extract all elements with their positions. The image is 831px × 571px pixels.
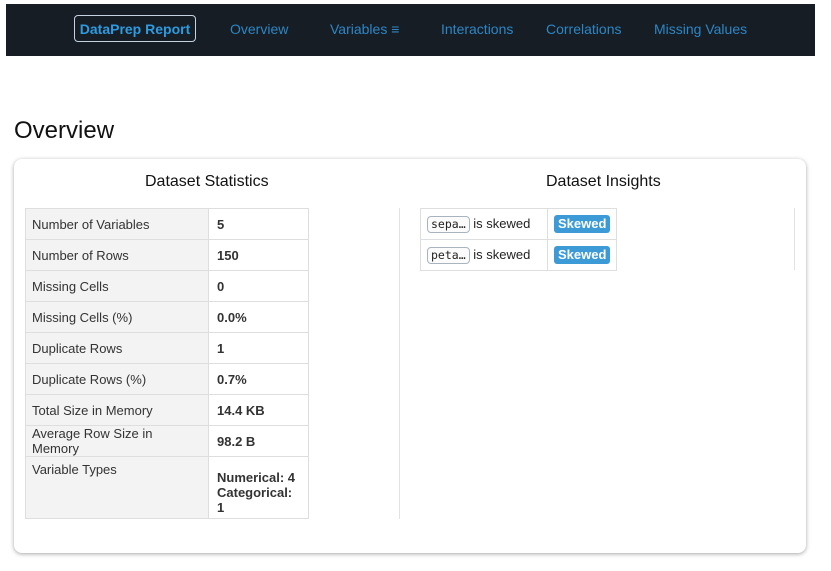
- column-divider: [794, 208, 795, 270]
- stats-row: Missing Cells 0: [25, 270, 309, 302]
- stat-label: Duplicate Rows (%): [25, 363, 209, 395]
- stat-label: Missing Cells (%): [25, 301, 209, 333]
- numerical-count: Numerical: 4: [217, 470, 296, 485]
- column-name-chip[interactable]: peta…: [427, 246, 470, 264]
- nav-link-missing-values[interactable]: Missing Values: [654, 21, 747, 37]
- stat-label: Average Row Size in Memory: [25, 425, 209, 457]
- stat-value: 0.7%: [208, 363, 309, 395]
- insight-text: is skewed: [473, 246, 531, 262]
- stats-row: Variable Types Numerical: 4 Categorical:…: [25, 456, 309, 519]
- insight-text: is skewed: [473, 215, 531, 231]
- skewed-badge[interactable]: Skewed: [554, 246, 611, 264]
- insight-row: sepa… is skewed Skewed: [420, 208, 618, 240]
- stat-value: 98.2 B: [208, 425, 309, 457]
- stat-value: 5: [208, 208, 309, 240]
- stat-label: Variable Types: [25, 456, 209, 519]
- brand-button[interactable]: DataPrep Report: [74, 15, 196, 42]
- stat-label: Number of Rows: [25, 239, 209, 271]
- stats-row: Missing Cells (%) 0.0%: [25, 301, 309, 333]
- nav-link-correlations[interactable]: Correlations: [546, 21, 621, 37]
- stats-row: Average Row Size in Memory 98.2 B: [25, 425, 309, 457]
- insight-message: sepa… is skewed: [420, 208, 548, 240]
- nav-link-interactions[interactable]: Interactions: [441, 21, 513, 37]
- stat-label: Number of Variables: [25, 208, 209, 240]
- dataset-insights-table: sepa… is skewed Skewed peta… is skewed S…: [420, 208, 618, 271]
- dataset-insights-title: Dataset Insights: [546, 173, 661, 190]
- stat-value: 14.4 KB: [208, 394, 309, 426]
- insight-tag-cell: Skewed: [546, 239, 618, 271]
- page-title: Overview: [14, 117, 115, 144]
- stat-value: 0.0%: [208, 301, 309, 333]
- overview-card: Dataset Statistics Dataset Insights Numb…: [14, 159, 806, 553]
- dataset-statistics-title: Dataset Statistics: [145, 173, 269, 190]
- insight-message: peta… is skewed: [420, 239, 548, 271]
- stats-row: Duplicate Rows (%) 0.7%: [25, 363, 309, 395]
- stats-row: Number of Variables 5: [25, 208, 309, 240]
- skewed-badge[interactable]: Skewed: [554, 215, 611, 233]
- insight-row: peta… is skewed Skewed: [420, 239, 618, 271]
- stat-label: Total Size in Memory: [25, 394, 209, 426]
- column-divider: [399, 208, 400, 519]
- column-name-chip[interactable]: sepa…: [427, 215, 470, 233]
- stat-label: Duplicate Rows: [25, 332, 209, 364]
- top-navbar: DataPrep Report Overview Variables ≡ Int…: [6, 4, 815, 56]
- insight-tag-cell: Skewed: [546, 208, 618, 240]
- stat-value: 1: [208, 332, 309, 364]
- stats-row: Total Size in Memory 14.4 KB: [25, 394, 309, 426]
- categorical-count: Categorical: 1: [217, 485, 293, 515]
- stat-value: 0: [208, 270, 309, 302]
- nav-link-variables[interactable]: Variables ≡: [330, 21, 399, 37]
- stats-row: Duplicate Rows 1: [25, 332, 309, 364]
- dataset-statistics-table: Number of Variables 5 Number of Rows 150…: [25, 208, 309, 519]
- nav-link-overview[interactable]: Overview: [230, 21, 288, 37]
- stats-row: Number of Rows 150: [25, 239, 309, 271]
- stat-value: 150: [208, 239, 309, 271]
- stat-label: Missing Cells: [25, 270, 209, 302]
- stat-value: Numerical: 4 Categorical: 1: [208, 456, 309, 519]
